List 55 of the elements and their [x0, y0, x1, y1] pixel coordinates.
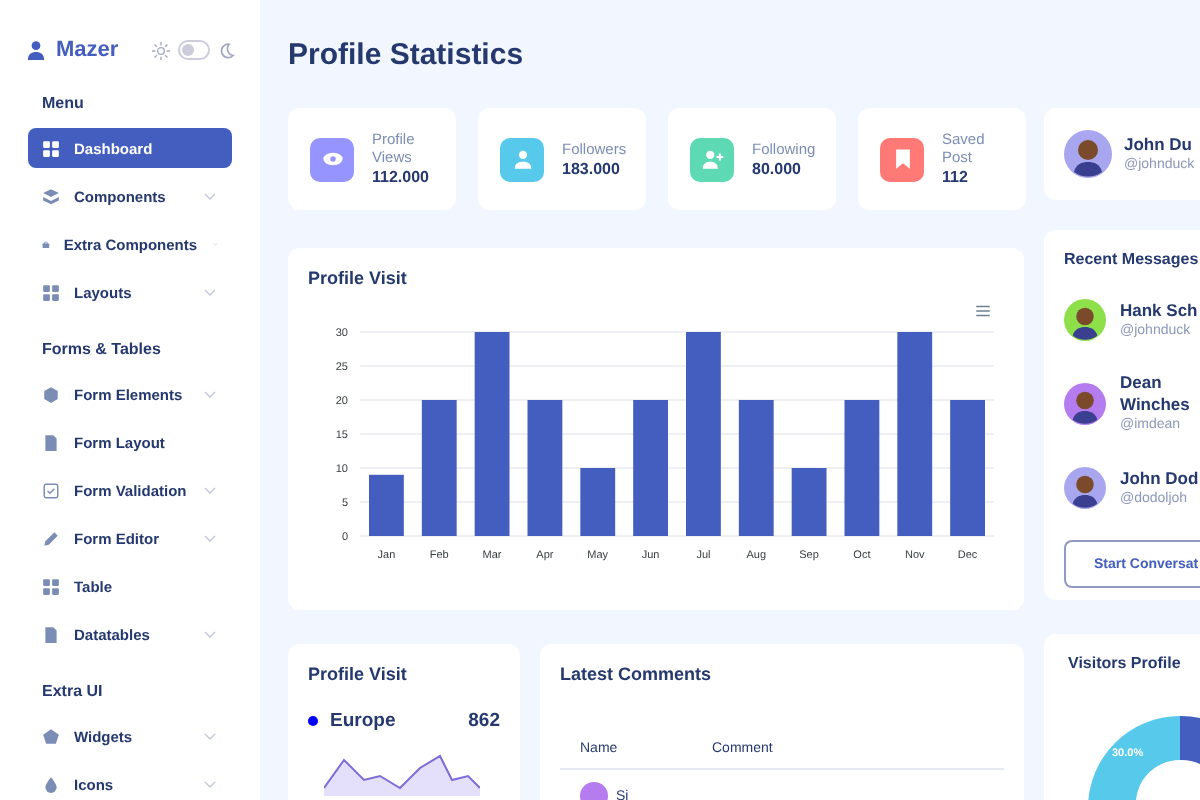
region-value: 862	[468, 710, 500, 732]
sidebar-icon	[42, 481, 60, 499]
user-icon	[511, 148, 533, 170]
moon-icon	[218, 41, 236, 59]
eye-icon	[321, 148, 343, 170]
sidebar-section-title: Menu	[40, 92, 86, 116]
bar	[421, 400, 457, 536]
contact-name: John Dod	[1120, 467, 1200, 489]
sidebar-icon	[42, 625, 60, 643]
avatar-drawing	[1064, 296, 1106, 344]
card-title: Recent Messages	[1064, 250, 1200, 268]
contact-name: Dean Winches	[1120, 372, 1192, 416]
sidebar-icon	[42, 187, 60, 205]
page-title: Profile Statistics	[288, 36, 526, 68]
sidebar-icon	[42, 529, 60, 547]
user-plus-icon	[701, 148, 723, 170]
region-name: Europe	[330, 710, 396, 732]
sidebar-icon	[42, 235, 50, 253]
sidebar-icon	[42, 283, 60, 301]
brand-name[interactable]: Mazer	[56, 38, 119, 62]
stat-value: 80.000	[752, 157, 803, 179]
avatar-drawing	[1064, 464, 1106, 512]
bar	[580, 468, 616, 536]
theme-toggle[interactable]	[178, 40, 210, 60]
person-icon	[26, 40, 46, 60]
bookmark-icon	[891, 148, 913, 170]
stat-value: 112	[942, 166, 970, 188]
contact-name: Hank Sch	[1120, 299, 1200, 321]
bar	[791, 468, 827, 536]
bar	[844, 400, 880, 536]
bar	[738, 400, 774, 536]
card-title: Visitors Profile	[1068, 654, 1183, 672]
menu-icon[interactable]	[976, 306, 990, 316]
sidebar-icon	[42, 433, 60, 451]
sidebar-icon	[42, 139, 60, 157]
card-title: Profile Visit	[308, 268, 409, 288]
sidebar-icon	[42, 577, 60, 595]
legend-dot	[308, 716, 318, 726]
avatar-drawing	[1064, 130, 1112, 178]
card-title: Profile Visit	[308, 664, 409, 684]
card-title: Latest Comments	[560, 664, 714, 684]
sidebar-section-title: Extra UI	[40, 680, 105, 704]
avatar-drawing	[1064, 380, 1106, 428]
sidebar-icon	[42, 775, 60, 793]
bar	[633, 400, 668, 536]
sidebar-section-title: Forms & Tables	[40, 338, 163, 362]
sidebar-icon	[42, 385, 60, 403]
stat-value: 112.000	[372, 166, 431, 188]
bar	[950, 400, 985, 536]
user-name: John Du	[1124, 133, 1194, 155]
sun-icon	[152, 41, 170, 59]
bar	[369, 474, 404, 536]
stat-value: 183.000	[562, 157, 622, 179]
sidebar-icon	[42, 727, 60, 745]
bar	[527, 400, 563, 536]
